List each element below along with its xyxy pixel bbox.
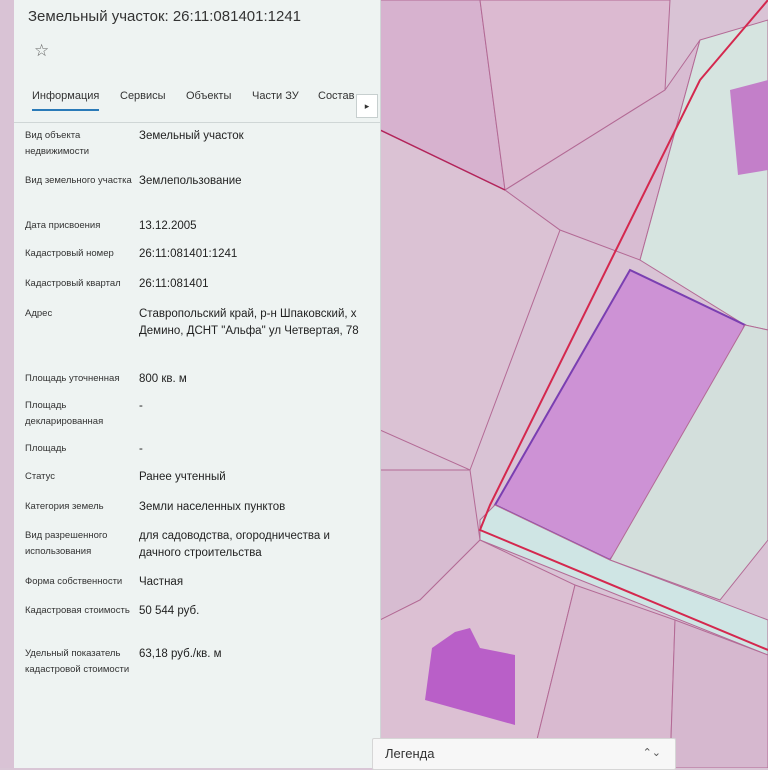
field-label: Кадастровый номер xyxy=(25,248,114,259)
field-label: Кадастровый квартал xyxy=(25,278,121,289)
field-value: для садоводства, огородничества и дачног… xyxy=(139,530,330,559)
field-value: 63,18 руб./кв. м xyxy=(139,648,222,660)
field-value: Ставропольский край, р-н Шпаковский, х Д… xyxy=(139,308,359,337)
field-label: Удельный показатель кадастровой стоимост… xyxy=(25,648,130,675)
tab-objects[interactable]: Объекты xyxy=(186,90,231,102)
field-label: Площадь декларированная xyxy=(25,400,104,427)
tab-information[interactable]: Информация xyxy=(32,90,100,111)
panel-title: Земельный участок: 26:11:081401:1241 xyxy=(28,8,302,25)
field-value: 26:11:081401:1241 xyxy=(139,248,238,260)
field-value: - xyxy=(139,400,143,412)
field-value: - xyxy=(139,443,143,455)
tab-parts[interactable]: Части ЗУ xyxy=(252,90,299,102)
field-value: Земли населенных пунктов xyxy=(139,501,286,513)
field-value: Землепользование xyxy=(139,175,242,187)
field-label: Вид земельного участка xyxy=(25,175,132,186)
field-value: 26:11:081401 xyxy=(139,278,209,290)
legend-label: Легенда xyxy=(385,746,435,761)
field-value: 800 кв. м xyxy=(139,373,187,385)
caret-right-icon[interactable]: ▸ xyxy=(356,94,378,118)
legend-dropdown[interactable]: Легенда ⌃⌄ xyxy=(372,738,676,770)
field-value: 50 544 руб. xyxy=(139,605,200,617)
tab-services[interactable]: Сервисы xyxy=(120,90,166,102)
tab-bar: Информация Сервисы Объекты Части ЗУ Сост… xyxy=(14,80,380,123)
field-value: Частная xyxy=(139,576,184,588)
field-value: Земельный участок xyxy=(139,130,244,142)
field-label: Вид объекта недвижимости xyxy=(25,130,90,157)
field-label: Дата присвоения xyxy=(25,220,101,231)
field-value: 13.12.2005 xyxy=(139,220,197,232)
field-label: Площадь уточненная xyxy=(25,373,120,384)
chevron-updown-icon: ⌃⌄ xyxy=(642,747,661,759)
tab-composition[interactable]: Состав xyxy=(318,90,354,102)
field-value: Ранее учтенный xyxy=(139,471,226,483)
star-icon[interactable]: ☆ xyxy=(34,41,49,61)
field-label: Статус xyxy=(25,471,56,482)
field-label: Форма собственности xyxy=(25,576,123,587)
field-label: Площадь xyxy=(25,443,67,454)
field-label: Категория земель xyxy=(25,501,104,512)
field-label: Адрес xyxy=(25,308,53,319)
info-panel: Земельный участок: 26:11:081401:1241 ☆ И… xyxy=(14,0,381,768)
field-label: Вид разрешенного использования xyxy=(25,530,108,557)
field-label: Кадастровая стоимость xyxy=(25,605,130,616)
